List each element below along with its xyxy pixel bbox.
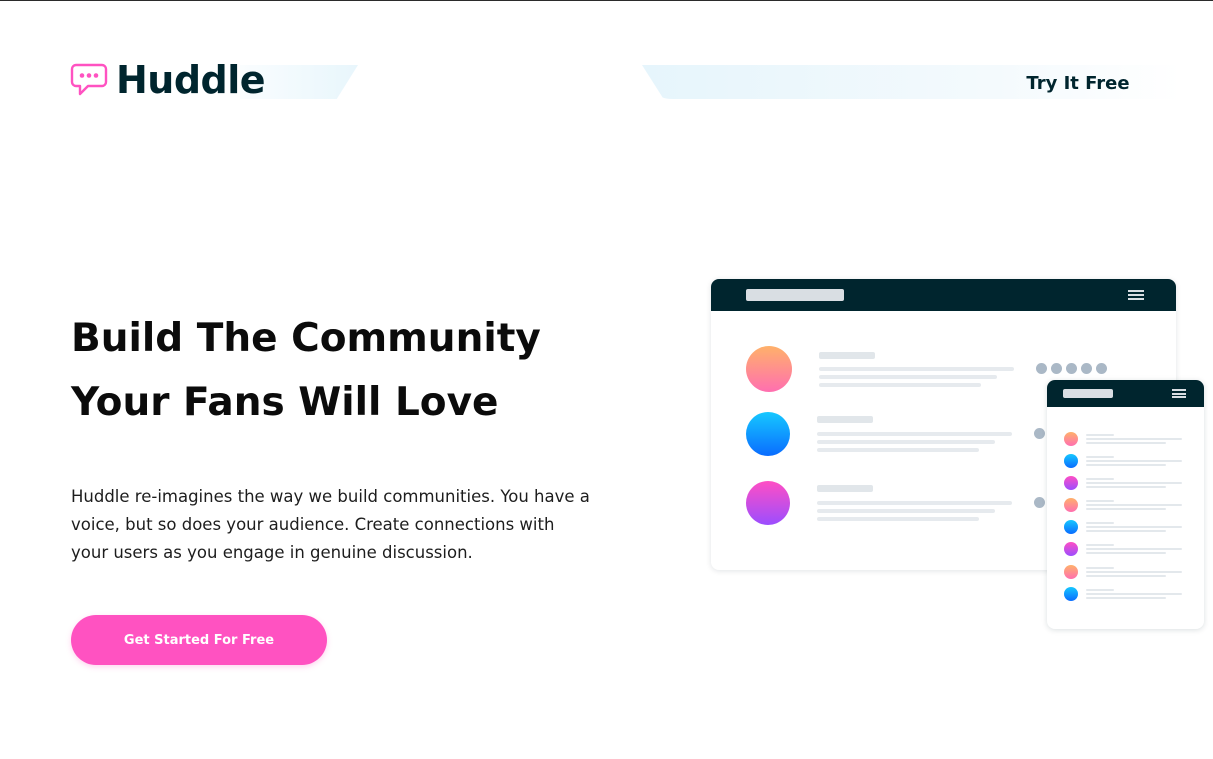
placeholder-line	[1086, 593, 1182, 595]
placeholder-line	[1086, 589, 1114, 591]
placeholder-line	[1086, 548, 1182, 550]
mockup-topbar	[711, 279, 1176, 311]
placeholder-line	[1086, 478, 1114, 480]
placeholder-line	[1086, 442, 1166, 444]
mobile-mockup-illustration	[1047, 380, 1204, 629]
hero-description: Huddle re-imagines the way we build comm…	[71, 487, 590, 562]
placeholder-line	[1086, 456, 1114, 458]
placeholder-line	[1086, 460, 1182, 462]
placeholder-line	[1086, 464, 1166, 466]
placeholder-line	[817, 416, 873, 423]
hamburger-menu-icon	[1128, 290, 1144, 300]
speech-bubble-icon	[70, 63, 108, 96]
placeholder-line	[817, 448, 979, 452]
placeholder-line	[1086, 500, 1114, 502]
placeholder-line	[819, 367, 1014, 371]
avatar	[1064, 432, 1078, 446]
reaction-dot	[1066, 363, 1077, 374]
placeholder-line	[819, 383, 981, 387]
placeholder-line	[1086, 504, 1182, 506]
placeholder-line	[819, 352, 875, 359]
avatar	[1064, 565, 1078, 579]
reaction-dot	[1051, 363, 1062, 374]
placeholder-line	[817, 517, 979, 521]
hero-title-line-1: Build The Community	[71, 316, 541, 361]
brand-name: Huddle	[116, 58, 266, 102]
placeholder-line	[1086, 575, 1166, 577]
placeholder-line	[1086, 526, 1182, 528]
placeholder-line	[817, 509, 995, 513]
placeholder-line	[817, 501, 1012, 505]
get-started-button[interactable]: Get Started For Free	[71, 615, 327, 665]
placeholder-line	[1086, 438, 1182, 440]
avatar	[1064, 520, 1078, 534]
logo[interactable]: Huddle	[70, 58, 266, 102]
placeholder-line	[1086, 597, 1166, 599]
placeholder-line	[1086, 508, 1166, 510]
placeholder-line	[817, 440, 995, 444]
reaction-dot	[1036, 363, 1047, 374]
reaction-dot	[1034, 428, 1045, 439]
reaction-dot	[1081, 363, 1092, 374]
avatar	[1064, 498, 1078, 512]
mockup-topbar	[1047, 380, 1204, 407]
avatar	[1064, 587, 1078, 601]
placeholder-line	[1086, 544, 1114, 546]
placeholder-line	[1086, 552, 1166, 554]
hamburger-menu-icon	[1172, 389, 1186, 398]
hero-title: Build The Community Your Fans Will Love	[71, 307, 631, 435]
placeholder-line	[1086, 486, 1166, 488]
avatar	[746, 481, 790, 525]
mockup-title-placeholder	[746, 289, 844, 301]
reaction-dot	[1034, 497, 1045, 508]
avatar	[1064, 476, 1078, 490]
placeholder-line	[1086, 567, 1114, 569]
mockup-title-placeholder	[1063, 389, 1113, 398]
placeholder-line	[1086, 530, 1166, 532]
avatar	[746, 412, 790, 456]
try-it-free-button[interactable]: Try It Free	[1012, 67, 1144, 99]
placeholder-line	[1086, 571, 1182, 573]
placeholder-line	[1086, 522, 1114, 524]
avatar	[746, 346, 792, 392]
placeholder-line	[819, 375, 997, 379]
reaction-dot	[1096, 363, 1107, 374]
avatar	[1064, 454, 1078, 468]
placeholder-line	[817, 432, 1012, 436]
placeholder-line	[817, 485, 873, 492]
placeholder-line	[1086, 434, 1114, 436]
placeholder-line	[1086, 482, 1182, 484]
avatar	[1064, 542, 1078, 556]
hero-title-line-2: Your Fans Will Love	[71, 380, 499, 425]
